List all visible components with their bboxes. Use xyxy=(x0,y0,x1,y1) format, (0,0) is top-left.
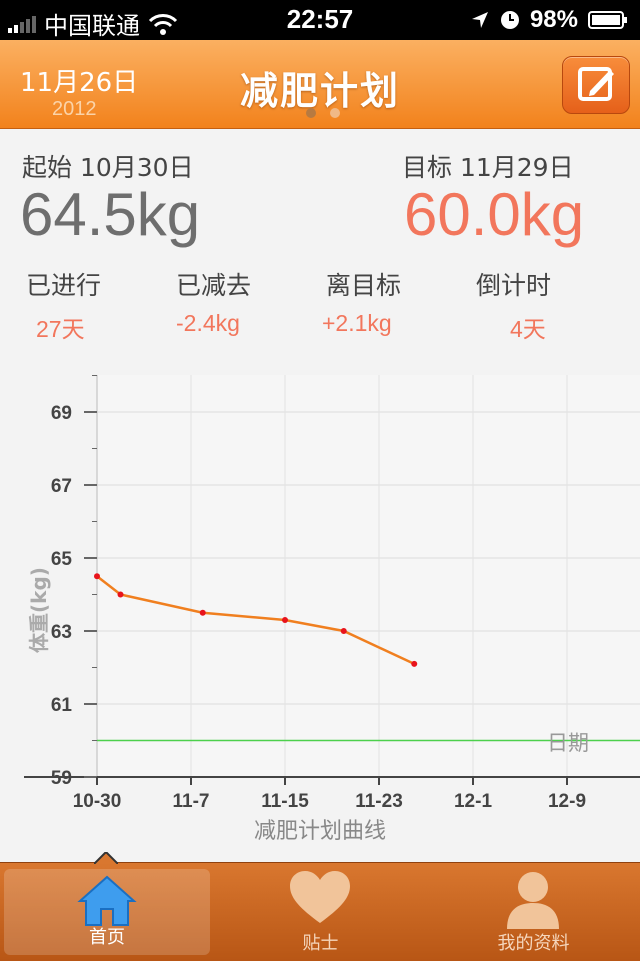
stat-value-countdown: 4天 xyxy=(510,316,546,342)
data-point xyxy=(94,573,100,580)
data-point xyxy=(117,591,124,598)
y-tick-label: 69 xyxy=(51,403,72,424)
data-point xyxy=(340,628,347,634)
chart-title: 减肥计划曲线 xyxy=(254,819,386,844)
tab-tips-label: 贴士 xyxy=(302,933,339,954)
page-dot xyxy=(330,108,340,118)
edit-button[interactable] xyxy=(562,56,630,114)
data-point xyxy=(282,617,288,624)
y-tick-label: 65 xyxy=(51,549,73,570)
start-info: 起始 10月30日 xyxy=(22,148,194,184)
goal-info: 目标 11月29日 xyxy=(402,148,574,184)
tab-home-label: 首页 xyxy=(89,927,125,948)
tab-selected-caret xyxy=(94,852,118,864)
start-date: 10月30日 xyxy=(79,153,194,182)
start-weight: 64.5kg xyxy=(20,181,201,248)
goal-date: 11月29日 xyxy=(459,153,574,182)
page-dot-active xyxy=(306,108,316,118)
y-tick-label: 63 xyxy=(51,622,72,643)
clock-icon xyxy=(500,11,519,29)
x-axis-label: 日期 xyxy=(547,731,589,755)
x-tick-label: 11-15 xyxy=(261,791,309,812)
battery-icon xyxy=(588,11,627,29)
stat-label-elapsed: 已进行 xyxy=(26,271,102,300)
stat-value-lost: -2.4kg xyxy=(176,310,240,336)
goal-weight: 60.0kg xyxy=(404,181,585,248)
plot-area xyxy=(97,375,640,777)
tab-profile[interactable]: 我的资料 xyxy=(427,863,640,961)
stat-value-elapsed: 27天 xyxy=(36,316,85,342)
heart-icon xyxy=(290,871,350,923)
x-tick-label: 12-9 xyxy=(548,791,586,812)
weight-chart[interactable]: 59 61 63 65 67 69 10-30 11-7 11-15 11-23 12-1 12-9 日… xyxy=(0,370,640,850)
y-tick-label: 59 xyxy=(51,768,72,789)
location-arrow-icon xyxy=(471,12,488,28)
x-tick-label: 10-30 xyxy=(73,791,122,812)
x-tick-label: 11-7 xyxy=(173,791,210,812)
x-tick-label: 12-1 xyxy=(454,791,492,812)
page-title: 减肥计划 xyxy=(239,69,400,113)
home-icon xyxy=(77,875,137,926)
tab-tips[interactable]: 贴士 xyxy=(214,863,427,961)
battery-percent: 98% xyxy=(529,6,578,33)
tab-home[interactable]: 首页 xyxy=(4,869,210,955)
edit-note-icon xyxy=(578,67,614,101)
stat-label-countdown: 倒计时 xyxy=(476,271,552,300)
stat-label-lost: 已减去 xyxy=(176,271,252,300)
start-label: 起始 xyxy=(22,153,73,182)
x-tick-label: 11-23 xyxy=(355,791,403,812)
nav-header: 11月26日 2012 减肥计划 xyxy=(0,40,640,129)
y-tick-label: 67 xyxy=(51,476,72,497)
status-bar: 中国联通 22:57 98% xyxy=(0,0,640,40)
user-profile-icon xyxy=(507,872,559,929)
stat-value-remaining: +2.1kg xyxy=(322,310,392,336)
data-point xyxy=(199,609,206,616)
goal-label: 目标 xyxy=(402,153,453,182)
y-tick-label: 61 xyxy=(51,695,73,716)
tab-bar: 首页 贴士 我的资料 xyxy=(0,852,640,961)
data-point xyxy=(411,660,418,667)
page-indicator[interactable] xyxy=(306,108,340,118)
tab-profile-label: 我的资料 xyxy=(497,933,570,954)
stat-label-remaining: 离目标 xyxy=(326,271,402,300)
y-axis-label: 体重(kg) xyxy=(27,567,51,653)
